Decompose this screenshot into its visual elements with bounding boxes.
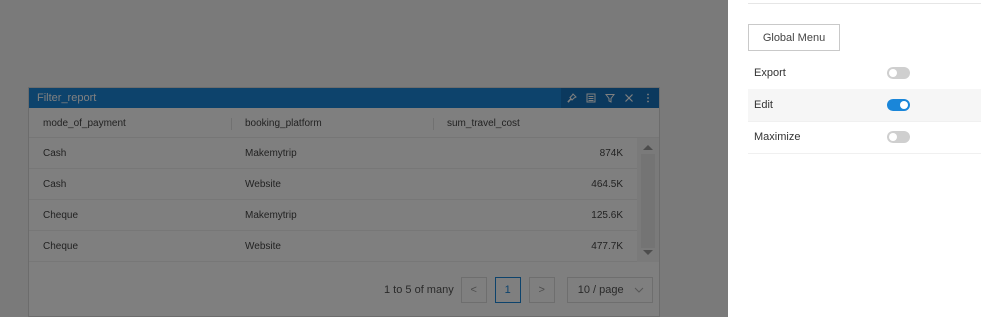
widget-title: Filter_report bbox=[37, 92, 97, 104]
scroll-up-arrow-icon[interactable] bbox=[643, 145, 653, 150]
table-row[interactable]: Cash Makemytrip 874K bbox=[29, 138, 659, 169]
list-icon[interactable] bbox=[586, 92, 596, 104]
table-row[interactable]: Cheque Makemytrip 125.6K bbox=[29, 200, 659, 231]
cell-mode-of-payment: Cheque bbox=[43, 240, 79, 252]
column-header-sum-travel-cost[interactable]: sum_travel_cost bbox=[433, 110, 635, 138]
cell-booking-platform: Makemytrip bbox=[245, 147, 297, 159]
prev-page-button[interactable]: < bbox=[460, 277, 487, 303]
cell-sum-travel-cost: 464.5K bbox=[591, 178, 623, 190]
option-label: Maximize bbox=[754, 131, 801, 143]
settings-panel: Global Menu Export Edit Maximize bbox=[728, 0, 981, 317]
option-export: Export bbox=[748, 57, 981, 90]
widget-toolbar bbox=[561, 88, 659, 108]
next-page-button[interactable]: > bbox=[528, 277, 555, 303]
more-icon[interactable] bbox=[643, 92, 653, 104]
column-header-booking-platform[interactable]: booking_platform bbox=[231, 110, 433, 138]
option-maximize: Maximize bbox=[748, 121, 981, 154]
cell-booking-platform: Website bbox=[245, 240, 281, 252]
filter-icon[interactable] bbox=[605, 92, 615, 104]
pagination-info: 1 to 5 of many bbox=[384, 284, 454, 296]
edit-toggle[interactable] bbox=[887, 99, 910, 111]
table-body: Cash Makemytrip 874K Cash Website 464.5K… bbox=[29, 138, 659, 262]
cell-mode-of-payment: Cash bbox=[43, 178, 67, 190]
table-row[interactable]: Cash Website 464.5K bbox=[29, 169, 659, 200]
cell-sum-travel-cost: 874K bbox=[599, 147, 623, 159]
data-table: mode_of_payment booking_platform sum_tra… bbox=[29, 110, 659, 262]
page-size-select[interactable]: 10 / page bbox=[566, 277, 653, 303]
table-header: mode_of_payment booking_platform sum_tra… bbox=[29, 110, 659, 138]
option-label: Export bbox=[754, 67, 786, 79]
cell-booking-platform: Makemytrip bbox=[245, 209, 297, 221]
pagination: 1 to 5 of many < 1 > 10 / page bbox=[384, 277, 653, 303]
chevron-down-icon bbox=[634, 287, 644, 293]
cell-booking-platform: Website bbox=[245, 178, 281, 190]
scrollbar-thumb[interactable] bbox=[641, 154, 655, 248]
page-size-value: 10 / page bbox=[577, 284, 624, 296]
option-edit: Edit bbox=[748, 89, 981, 122]
workspace: Filter_report mode_of_payment booking_pl… bbox=[0, 0, 728, 317]
cell-sum-travel-cost: 477.7K bbox=[591, 240, 623, 252]
table-row[interactable]: Cheque Website 477.7K bbox=[29, 231, 659, 262]
scroll-down-arrow-icon[interactable] bbox=[643, 250, 653, 255]
pin-icon[interactable] bbox=[567, 92, 577, 104]
column-header-mode-of-payment[interactable]: mode_of_payment bbox=[29, 110, 231, 138]
panel-divider bbox=[748, 3, 981, 4]
close-icon[interactable] bbox=[624, 92, 634, 104]
page-1-button[interactable]: 1 bbox=[494, 277, 521, 303]
table-scrollbar[interactable] bbox=[637, 138, 659, 262]
report-widget: Filter_report mode_of_payment booking_pl… bbox=[28, 87, 660, 317]
widget-header: Filter_report bbox=[29, 88, 659, 108]
option-label: Edit bbox=[754, 99, 773, 111]
cell-mode-of-payment: Cash bbox=[43, 147, 67, 159]
global-menu-button[interactable]: Global Menu bbox=[748, 24, 840, 51]
cell-mode-of-payment: Cheque bbox=[43, 209, 79, 221]
cell-sum-travel-cost: 125.6K bbox=[591, 209, 623, 221]
export-toggle[interactable] bbox=[887, 67, 910, 79]
maximize-toggle[interactable] bbox=[887, 131, 910, 143]
